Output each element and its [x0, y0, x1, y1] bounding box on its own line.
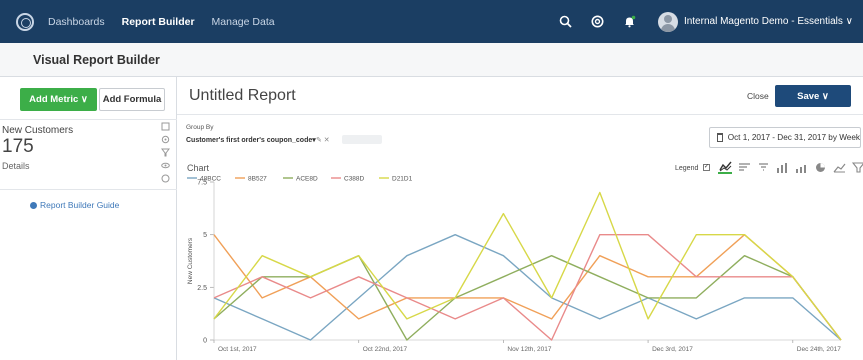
chart-section-label: Chart — [187, 163, 210, 173]
search-icon[interactable] — [559, 15, 573, 29]
divider — [0, 119, 177, 120]
close-button[interactable]: Close — [747, 91, 769, 101]
series-line-8B527 — [213, 234, 842, 341]
nav-right: Internal Magento Demo - Essentials ∨ — [550, 11, 853, 32]
legend-label-D21D1: D21D1 — [392, 176, 413, 183]
line-chart-icon[interactable] — [718, 161, 732, 174]
help-icon[interactable] — [591, 15, 605, 29]
notification-bell-icon[interactable] — [623, 15, 637, 29]
copy-icon[interactable] — [160, 121, 170, 131]
y-axis-label: New Customers — [187, 237, 194, 284]
nav-dashboards[interactable]: Dashboards — [48, 16, 105, 28]
filter-icon[interactable] — [160, 147, 170, 157]
legend-label-C388D: C388D — [344, 176, 365, 183]
nav-report-builder[interactable]: Report Builder — [122, 16, 195, 28]
info-icon — [30, 201, 37, 209]
bar-chart-icon[interactable] — [775, 161, 789, 174]
guide-link-label: Report Builder Guide — [40, 200, 120, 210]
date-range-text: Oct 1, 2017 - Dec 31, 2017 by Week — [727, 133, 860, 142]
chart-type-toolbar — [718, 161, 863, 174]
app-logo-icon[interactable] — [16, 12, 34, 31]
x-tick-label: Oct 1st, 2017 — [218, 346, 257, 353]
area-chart-icon[interactable] — [756, 161, 770, 174]
group-by-edit-remove-icon[interactable]: ✎ ✕ — [316, 136, 330, 144]
legend-label-ACE8D: ACE8D — [296, 176, 318, 183]
metric-value: 175 — [2, 136, 34, 157]
scatter-chart-icon[interactable] — [832, 161, 846, 174]
date-range-picker[interactable]: Oct 1, 2017 - Dec 31, 2017 by Week — [709, 127, 861, 148]
stacked-line-icon[interactable] — [737, 161, 751, 174]
user-avatar[interactable] — [657, 11, 678, 32]
group-by-select[interactable]: Customer's first order's coupon_code▾ — [186, 136, 316, 144]
stacked-bar-icon[interactable] — [794, 161, 808, 174]
metric-tools — [160, 121, 170, 186]
add-metric-button[interactable]: Add Metric ∨ — [20, 88, 97, 111]
legend-toggle-label: Legend — [675, 165, 699, 172]
group-by-label: Group By — [186, 124, 214, 131]
save-button[interactable]: Save ∨ — [775, 85, 851, 107]
report-builder-guide-link[interactable]: Report Builder Guide — [30, 200, 119, 210]
legend-checkbox[interactable]: ✓ — [703, 164, 710, 171]
pie-chart-icon[interactable] — [813, 161, 827, 174]
calendar-icon — [717, 133, 723, 142]
top-nav: Dashboards Report Builder Manage Data In… — [0, 0, 863, 43]
series-line-48BCC — [213, 234, 842, 341]
settings-icon[interactable] — [160, 134, 170, 144]
divider — [177, 114, 863, 115]
y-tick-label: 7.5 — [197, 180, 207, 187]
x-tick-label: Dec 3rd, 2017 — [652, 346, 693, 353]
account-menu[interactable]: Internal Magento Demo - Essentials ∨ — [684, 16, 853, 27]
metric-details-link[interactable]: Details — [2, 161, 30, 171]
divider — [0, 189, 177, 190]
filter-icon[interactable] — [851, 161, 863, 174]
metric-name[interactable]: New Customers — [2, 125, 73, 136]
remove-icon[interactable] — [160, 173, 170, 183]
y-tick-label: 5 — [203, 232, 207, 239]
y-tick-label: 2.5 — [197, 285, 207, 292]
add-formula-button[interactable]: Add Formula — [99, 88, 165, 111]
series-line-C388D — [213, 234, 842, 341]
line-chart: 48BCC 8B527 ACE8D C388D D21D102.557.5New Cus… — [187, 176, 842, 353]
y-tick-label: 0 — [203, 338, 207, 345]
metrics-panel: Add Metric ∨ Add Formula New Customers 1… — [0, 77, 177, 360]
x-tick-label: Dec 24th, 2017 — [797, 346, 841, 353]
add-group-by-field[interactable] — [342, 135, 382, 144]
legend-label-8B527: 8B527 — [248, 176, 267, 183]
nav-manage-data[interactable]: Manage Data — [212, 16, 275, 28]
x-tick-label: Oct 22nd, 2017 — [363, 346, 408, 353]
report-title[interactable]: Untitled Report — [189, 87, 296, 105]
x-tick-label: Nov 12th, 2017 — [507, 346, 551, 353]
page-title: Visual Report Builder — [33, 53, 160, 67]
sub-header: Visual Report Builder — [0, 43, 863, 77]
report-main: Untitled Report Close Save ∨ Group By Cu… — [177, 77, 863, 360]
eye-icon[interactable] — [160, 160, 170, 170]
